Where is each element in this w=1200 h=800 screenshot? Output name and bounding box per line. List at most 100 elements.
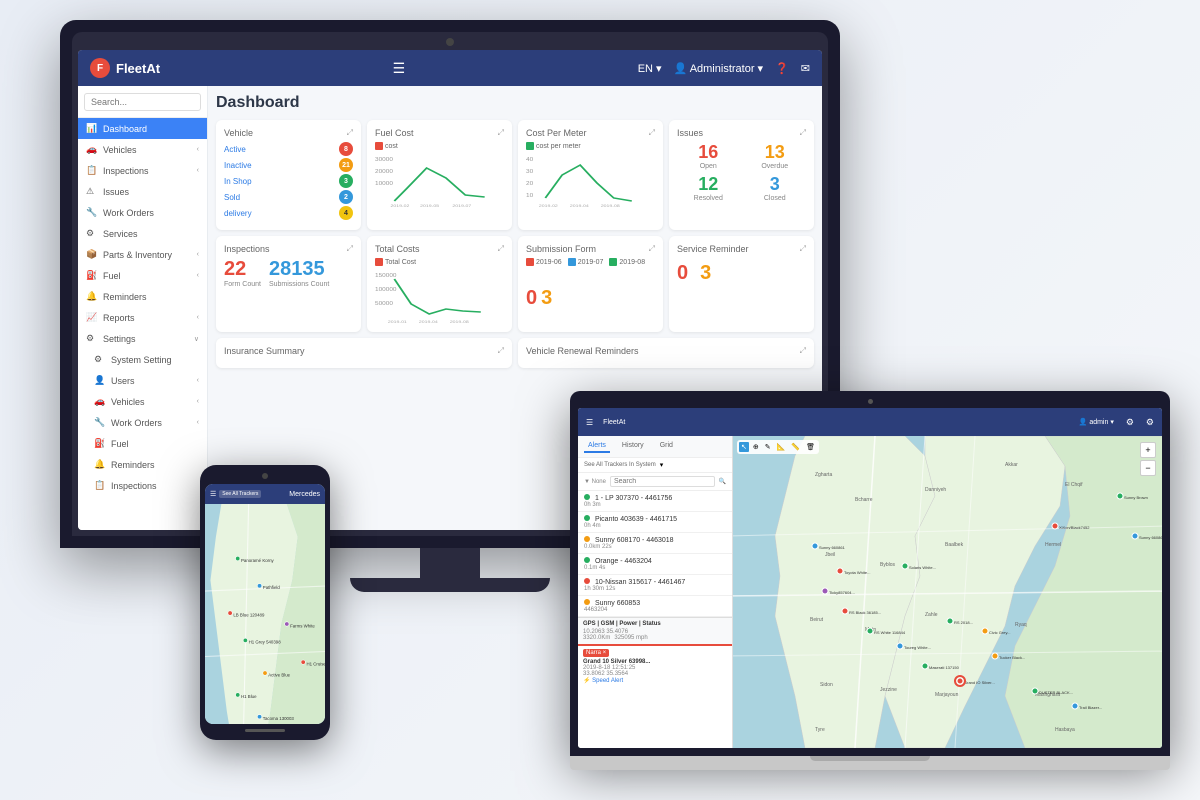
sidebar-item-parts[interactable]: 📦Parts & Inventory ‹ [78, 244, 207, 265]
sidebar-item-inspections[interactable]: 📋Inspections ‹ [78, 160, 207, 181]
cost-per-meter-card: Cost Per Meter ⤢ cost per meter 40 [518, 120, 663, 230]
map-search-icon[interactable]: 🔍 [719, 478, 726, 485]
list-item[interactable]: Sunny 608170 - 4463018 0.0km 22s [578, 533, 732, 554]
user-menu[interactable]: 👤 Administrator ▾ [674, 62, 764, 75]
sidebar-item-fuel2[interactable]: ⛽Fuel [78, 433, 207, 454]
svg-text:Panoramé Korny: Panoramé Korny [241, 558, 275, 563]
filter-dropdown[interactable]: ▾ [660, 461, 664, 469]
issues-closed: 3 Closed [744, 174, 807, 202]
list-item[interactable]: 10-Nissan 315617 - 4461467 1h 30m 12s [578, 575, 732, 596]
sidebar-item-dashboard[interactable]: 📊Dashboard [78, 118, 207, 139]
app-logo: F FleetAt [90, 58, 160, 78]
sidebar-item-issues[interactable]: ⚠Issues [78, 181, 207, 202]
svg-text:Zgharta: Zgharta [815, 472, 832, 478]
list-item[interactable]: 1 - LP 307370 - 4461756 0h 3m [578, 491, 732, 512]
svg-text:Bcharre: Bcharre [855, 497, 873, 503]
app-header: F FleetAt ☰ EN ▾ 👤 Administrator ▾ ❓ ✉ [78, 50, 822, 86]
sidebar-item-reminders[interactable]: 🔔Reminders [78, 286, 207, 307]
map-tab-grid[interactable]: Grid [656, 440, 677, 453]
mail-icon[interactable]: ✉ [801, 62, 810, 75]
cpm-chart: 40 30 20 10 2019-02 2019-04 2019-08 [526, 153, 655, 208]
issues-card-title: Issues ⤢ [677, 128, 806, 138]
sidebar-item-reports[interactable]: 📈Reports ‹ [78, 307, 207, 328]
sidebar-item-settings[interactable]: ⚙Settings ∨ [78, 328, 207, 349]
zoom-out-button[interactable]: − [1140, 460, 1156, 476]
inspections-card-title: Inspections ⤢ [224, 244, 353, 254]
expand-icon[interactable]: ⤢ [347, 128, 353, 138]
map-tool-btn[interactable]: ↖ [739, 442, 749, 452]
phone-outer: ☰ See All Trackers Mercedes [200, 465, 330, 740]
inactive-badge: 21 [339, 158, 353, 172]
phone-tracker-btn[interactable]: See All Trackers [219, 490, 261, 498]
svg-text:2019-02: 2019-02 [390, 204, 409, 208]
vehicle-item-active: Active 8 [224, 142, 353, 156]
map-tool-btn[interactable]: ⊕ [751, 442, 761, 452]
zoom-in-button[interactable]: + [1140, 442, 1156, 458]
svg-text:2019-08: 2019-08 [601, 204, 620, 208]
svg-text:Farms White: Farms White [290, 623, 315, 628]
svg-text:Tucker Black...: Tucker Black... [999, 655, 1025, 660]
sidebar-item-inspections2[interactable]: 📋Inspections [78, 475, 207, 496]
svg-text:2019-05: 2019-05 [420, 204, 439, 208]
inshop-badge: 3 [339, 174, 353, 188]
sidebar-item-vehicles2[interactable]: 🚗Vehicles ‹ [78, 391, 207, 412]
map-share-icon[interactable]: ⚙ [1126, 417, 1134, 428]
svg-text:Toyota White...: Toyota White... [844, 570, 870, 575]
help-icon[interactable]: ❓ [775, 62, 789, 75]
svg-text:DUSTER BLACK...: DUSTER BLACK... [1039, 690, 1073, 695]
map-filter-bar: See All Trackers In System ▾ [578, 458, 732, 473]
submission-legend: 2019-06 2019-07 2019-08 [526, 258, 655, 266]
total-costs-title: Total Costs ⤢ [375, 244, 504, 254]
svg-text:Ryaq: Ryaq [1015, 622, 1027, 628]
list-item[interactable]: Orange - 4463204 0.1m 4s [578, 554, 732, 575]
map-search-input[interactable] [610, 476, 715, 487]
svg-text:30: 30 [526, 170, 533, 175]
phone-home-indicator[interactable] [245, 729, 285, 732]
map-settings-icon[interactable]: ⚙ [1146, 417, 1154, 428]
svg-text:Toureg White...: Toureg White... [904, 645, 931, 650]
fuel-cost-title: Fuel Cost ⤢ [375, 128, 504, 138]
issues-expand-icon[interactable]: ⤢ [800, 128, 806, 138]
svg-text:2019-02: 2019-02 [539, 204, 558, 208]
sidebar-item-reminders2[interactable]: 🔔Reminders [78, 454, 207, 475]
svg-text:RS 2018...: RS 2018... [954, 620, 973, 625]
fuel-expand-icon[interactable]: ⤢ [498, 128, 504, 138]
map-tool-btn[interactable]: ✎ [763, 442, 773, 452]
laptop-camera [868, 399, 873, 404]
sidebar-item-fuel[interactable]: ⛽Fuel ‹ [78, 265, 207, 286]
map-tool-btn[interactable]: 📏 [789, 442, 802, 452]
svg-text:Active Blue: Active Blue [268, 672, 290, 677]
sidebar-item-vehicles[interactable]: 🚗Vehicles ‹ [78, 139, 207, 160]
sidebar-item-services[interactable]: ⚙Services [78, 223, 207, 244]
list-item[interactable]: Picanto 403639 - 4461715 0h 4m [578, 512, 732, 533]
map-tool-btn[interactable]: 🗑 [804, 442, 817, 452]
phone-map-header: ☰ See All Trackers Mercedes [205, 484, 325, 504]
laptop-screen-wrap: ☰ FleetAt 👤 admin ▾ ⚙ ⚙ Alerts History [570, 391, 1170, 756]
language-selector[interactable]: EN ▾ [638, 62, 662, 75]
dashboard-top-row: Vehicle ⤢ Active 8 Inactive [216, 120, 814, 230]
active-badge: 8 [339, 142, 353, 156]
map-tab-history[interactable]: History [618, 440, 648, 453]
svg-text:Solaris White...: Solaris White... [909, 565, 936, 570]
sidebar-item-system-setting[interactable]: ⚙System Setting [78, 349, 207, 370]
map-tool-btn[interactable]: 📐 [775, 442, 788, 452]
vehicle-item-delivery: delivery 4 [224, 206, 353, 220]
map-tab-alerts[interactable]: Alerts [584, 440, 610, 453]
list-item[interactable]: Sunny 660853 4463204 [578, 596, 732, 617]
map-hamburger[interactable]: ☰ [586, 418, 593, 427]
cpm-expand-icon[interactable]: ⤢ [649, 128, 655, 138]
hamburger-icon[interactable]: ☰ [393, 60, 406, 77]
total-costs-legend: Total Cost [375, 258, 504, 266]
svg-text:RS Black 36185...: RS Black 36185... [849, 610, 881, 615]
svg-text:Hermel: Hermel [1045, 542, 1061, 548]
svg-text:10: 10 [526, 194, 533, 199]
phone-camera [262, 473, 268, 479]
mobile-phone: ☰ See All Trackers Mercedes [200, 465, 330, 740]
sidebar-item-work-orders[interactable]: 🔧Work Orders [78, 202, 207, 223]
sidebar-item-workorders2[interactable]: 🔧Work Orders ‹ [78, 412, 207, 433]
sidebar-item-users[interactable]: 👤Users ‹ [78, 370, 207, 391]
search-input[interactable] [84, 93, 201, 111]
fuel-cost-card: Fuel Cost ⤢ cost 30000 [367, 120, 512, 230]
issues-open: 16 Open [677, 142, 740, 170]
svg-text:Sunny 660861: Sunny 660861 [1139, 535, 1162, 540]
